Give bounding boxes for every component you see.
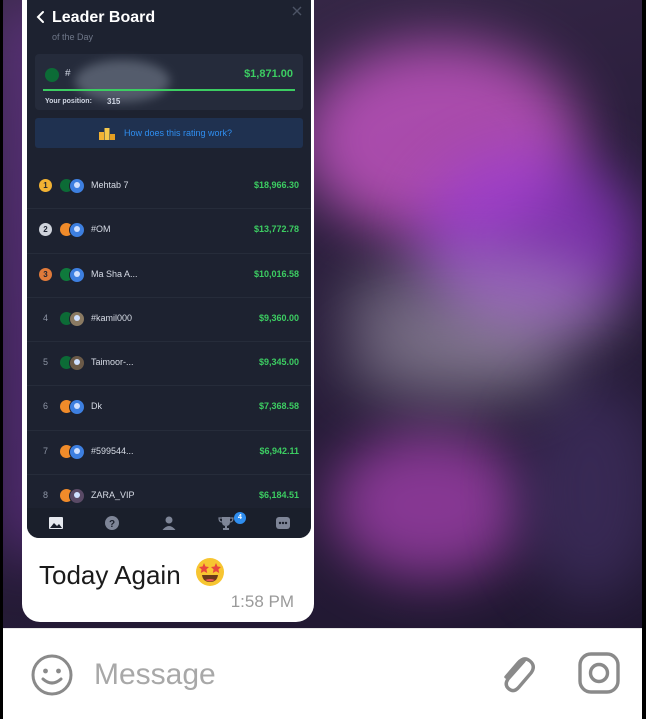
avatar: [69, 266, 85, 283]
screen-edge: [642, 0, 646, 719]
trader-name: #OM: [91, 224, 111, 235]
image-icon[interactable]: [47, 514, 65, 532]
message-timestamp: 1:58 PM: [230, 592, 294, 611]
leaderboard-list: 1 Mehtab 7 $18,966.30 2 #OM $13,772.78 3…: [27, 165, 311, 520]
rank-badge-bronze: 3: [39, 267, 52, 281]
rank-number: 6: [42, 401, 48, 412]
emoji-icon[interactable]: [30, 653, 74, 697]
notification-badge: 4: [234, 512, 246, 524]
back-arrow-icon[interactable]: [34, 8, 48, 26]
leaderboard-tab-bar: ? 4: [27, 508, 311, 538]
leaderboard-row[interactable]: 4 #kamil000 $9,360.00: [27, 298, 311, 343]
avatar: [69, 488, 85, 505]
message-input[interactable]: [92, 653, 476, 697]
trader-name: Ma Sha A...: [91, 268, 138, 279]
leaderboard-row[interactable]: 7 #599544... $6,942.11: [27, 431, 311, 476]
rank-badge-silver: 2: [39, 223, 52, 237]
more-icon[interactable]: [274, 514, 292, 532]
trader-amount: $9,360.00: [258, 312, 299, 323]
my-position-label: Your position:: [45, 98, 92, 105]
message-bubble[interactable]: Leader Board of the Day # $1,871.00 Your…: [22, 0, 314, 622]
rating-info-text: How does this rating work?: [124, 128, 233, 138]
trader-name: ZARA_VIP: [91, 490, 135, 501]
leaderboard-row[interactable]: 5 Taimoor-... $9,345.00: [27, 342, 311, 387]
rank-number: 5: [42, 357, 48, 368]
my-amount: $1,871.00: [244, 68, 293, 80]
podium-icon: [99, 128, 115, 140]
message-caption: Today Again: [39, 556, 226, 591]
avatar: [69, 355, 85, 372]
paperclip-icon[interactable]: [494, 649, 538, 697]
my-progress-bar: [43, 89, 295, 91]
my-username: #: [65, 68, 71, 79]
leaderboard-screenshot[interactable]: Leader Board of the Day # $1,871.00 Your…: [27, 0, 311, 538]
leaderboard-row[interactable]: 1 Mehtab 7 $18,966.30: [27, 165, 311, 210]
screen-edge: [0, 0, 3, 719]
leaderboard-row[interactable]: 2 #OM $13,772.78: [27, 209, 311, 254]
trader-amount: $13,772.78: [253, 224, 299, 235]
user-icon[interactable]: [160, 514, 178, 532]
trader-name: Mehtab 7: [91, 180, 129, 190]
trader-amount: $18,966.30: [253, 180, 299, 190]
message-caption-text: Today Again: [39, 560, 181, 590]
trader-name: #kamil000: [91, 312, 133, 323]
rank-badge-gold: 1: [39, 179, 52, 192]
rating-info-link[interactable]: How does this rating work?: [35, 118, 303, 148]
message-composer: [0, 628, 646, 720]
trader-amount: $10,016.58: [253, 268, 299, 279]
my-position-card: # $1,871.00 Your position: 315: [35, 54, 303, 110]
trader-amount: $6,942.11: [259, 445, 299, 456]
leaderboard-subtitle: of the Day: [52, 32, 94, 42]
help-icon[interactable]: ?: [103, 514, 121, 532]
trophy-icon[interactable]: [217, 514, 235, 532]
rank-number: 8: [42, 490, 48, 501]
trader-amount: $6,184.51: [258, 490, 299, 501]
avatar: [69, 178, 85, 194]
avatar: [69, 310, 85, 327]
close-icon[interactable]: [291, 5, 303, 17]
leaderboard-row[interactable]: 3 Ma Sha A... $10,016.58: [27, 254, 311, 298]
svg-text:?: ?: [109, 519, 115, 530]
avatar: [69, 443, 85, 460]
avatar: [69, 222, 85, 239]
redacted-username: [75, 60, 170, 102]
rank-number: 4: [42, 312, 48, 323]
trader-amount: $9,345.00: [258, 357, 299, 368]
trader-name: Dk: [91, 401, 102, 412]
leaderboard-row[interactable]: 6 Dk $7,368.58: [27, 386, 311, 431]
trader-amount: $7,368.58: [258, 401, 299, 412]
leaderboard-title: Leader Board: [52, 9, 156, 26]
star-struck-emoji-icon: [195, 558, 224, 586]
avatar: [69, 399, 85, 416]
leaderboard-header: Leader Board of the Day: [27, 0, 311, 50]
country-flag-icon: [45, 68, 59, 82]
rank-number: 7: [42, 445, 48, 456]
trader-name: Taimoor-...: [91, 357, 134, 368]
camera-icon[interactable]: [577, 651, 621, 695]
my-position-value: 315: [107, 97, 121, 106]
trader-name: #599544...: [91, 445, 134, 456]
